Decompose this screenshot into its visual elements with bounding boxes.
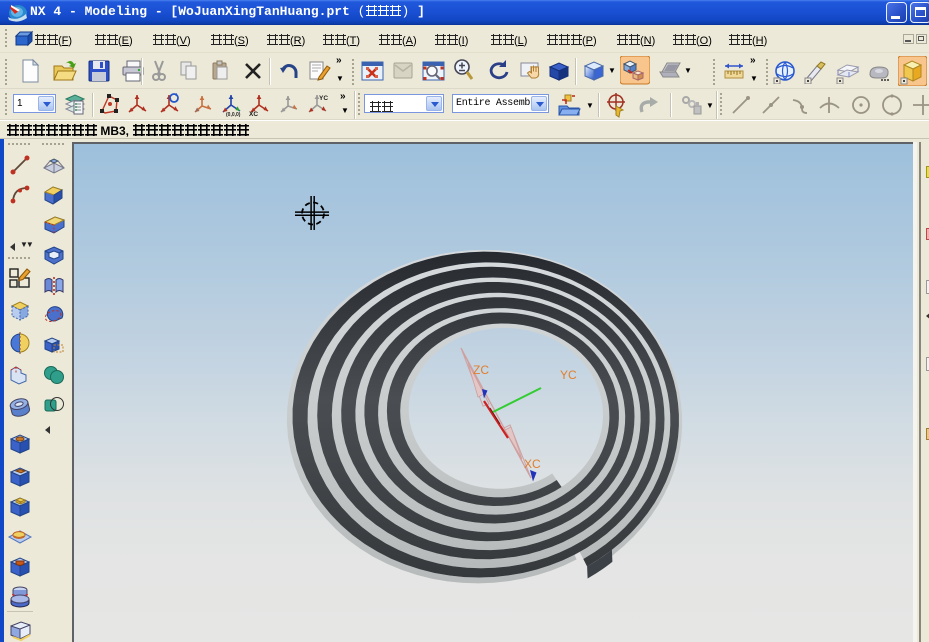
svg-text:YC: YC	[560, 368, 577, 382]
svg-text:YC: YC	[319, 95, 328, 102]
svg-text:ZC: ZC	[473, 363, 489, 377]
svg-text:(0,0,0): (0,0,0)	[226, 112, 241, 117]
svg-text:XC: XC	[249, 111, 258, 117]
svg-text:XC: XC	[524, 457, 541, 471]
